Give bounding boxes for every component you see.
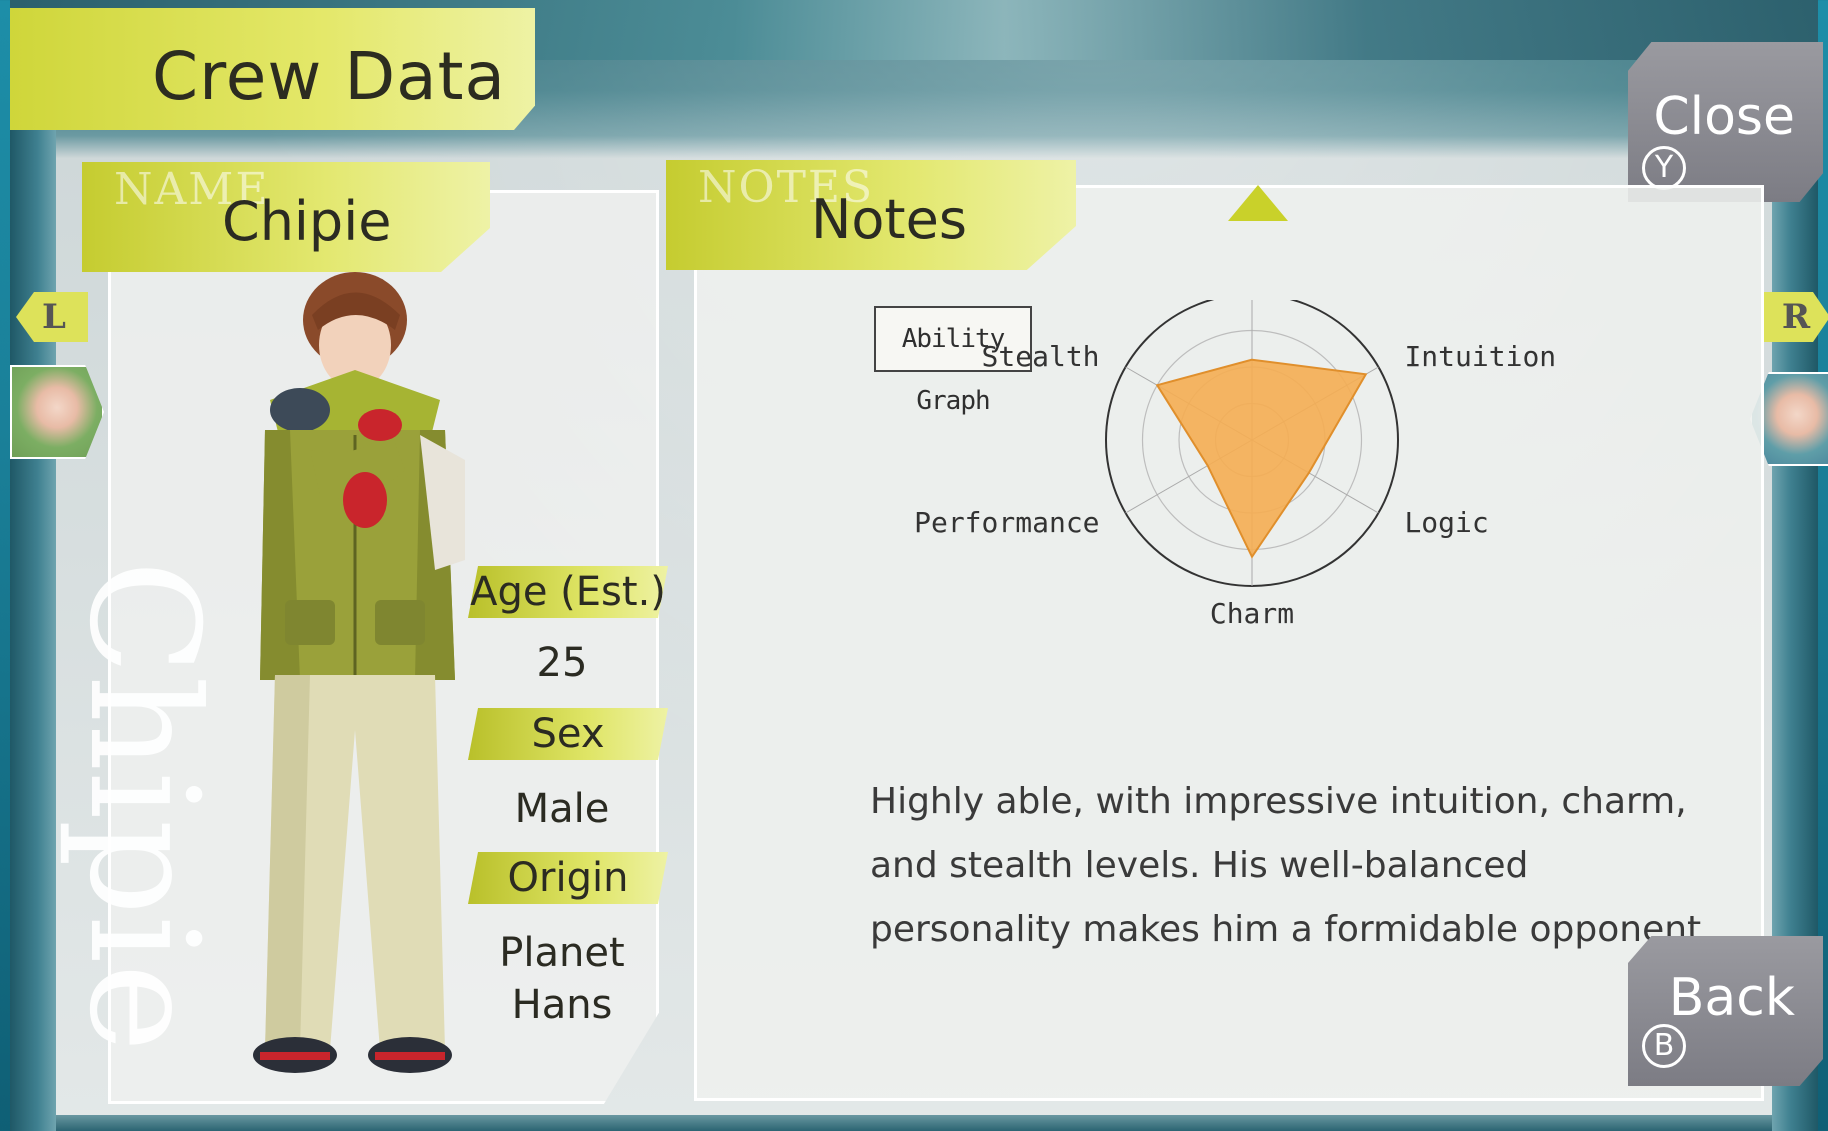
- crew-data-header: Crew Data: [10, 8, 535, 130]
- prev-crew-portrait[interactable]: [10, 365, 104, 459]
- notes-title: Notes: [811, 188, 967, 251]
- ability-radar-chart: CharismaIntuitionLogicCharmPerformanceSt…: [914, 300, 1556, 630]
- close-button[interactable]: Close Y: [1628, 42, 1823, 202]
- origin-value-line1: Planet: [499, 930, 625, 976]
- left-frame-rail: [10, 120, 56, 1131]
- y-key-icon: Y: [1642, 146, 1686, 190]
- radar-axis-label: Logic: [1404, 506, 1488, 539]
- page-title: Crew Data: [152, 38, 506, 115]
- origin-label-tab: Origin: [468, 852, 668, 904]
- age-label-tab: Age (Est.): [468, 566, 668, 618]
- character-portrait: [253, 272, 465, 1073]
- crew-name: Chipie: [222, 190, 392, 253]
- origin-value-line2: Hans: [511, 982, 613, 1028]
- name-watermark: Chipie: [56, 560, 230, 1053]
- radar-axis-label: Intuition: [1404, 340, 1556, 373]
- scroll-up-arrow-icon[interactable]: [1228, 185, 1288, 221]
- close-label: Close: [1653, 87, 1795, 147]
- radar-axis-label: Charm: [1210, 597, 1294, 630]
- description-line: and stealth levels. His well-balanced: [870, 845, 1529, 886]
- name-tab: NAME Chipie: [82, 162, 490, 272]
- crew-description: Highly able, with impressive intuition, …: [870, 770, 1713, 962]
- back-label: Back: [1668, 968, 1795, 1028]
- next-crew-button[interactable]: R: [1762, 292, 1828, 342]
- back-button[interactable]: Back B: [1628, 936, 1823, 1086]
- radar-axis-label: Performance: [914, 506, 1099, 539]
- b-key-icon: B: [1642, 1024, 1686, 1068]
- radar-axis-label: Stealth: [982, 340, 1100, 373]
- sex-value: Male: [514, 786, 610, 832]
- notes-tab: NOTES Notes: [666, 160, 1076, 270]
- age-value: 25: [536, 640, 588, 686]
- description-line: Highly able, with impressive intuition, …: [870, 781, 1687, 822]
- sex-label-tab: Sex: [468, 708, 668, 760]
- description-line: personality makes him a formidable oppon…: [870, 909, 1713, 950]
- radar-value-area: [1155, 358, 1368, 559]
